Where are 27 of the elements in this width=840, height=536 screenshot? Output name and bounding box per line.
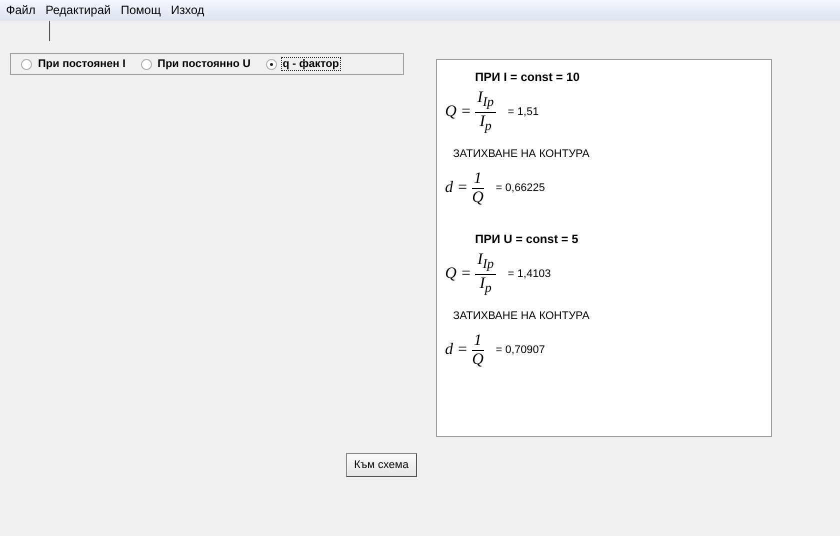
formula-result: = 1,4103 xyxy=(508,268,551,280)
fraction: 1 Q xyxy=(472,332,484,368)
fraction: 1 Q xyxy=(472,170,484,206)
menu-item[interactable]: Редактирай xyxy=(46,3,111,17)
radio-button[interactable] xyxy=(266,58,277,70)
formula-result: = 0,66225 xyxy=(496,182,546,194)
formula-lhs: Q = xyxy=(445,265,472,283)
radio-button[interactable] xyxy=(21,58,32,70)
caption: ЗАТИХВАНЕ НА КОНТУРА xyxy=(453,148,590,160)
scheme-button[interactable]: Към схема xyxy=(346,453,417,477)
section-heading: ПРИ I = const = 10 xyxy=(475,70,581,84)
fraction: I$_{Iр}$ I$_{р}$ xyxy=(475,89,496,135)
radio-button[interactable] xyxy=(140,58,152,70)
caption: ЗАТИХВАНЕ НА КОНТУРА xyxy=(453,310,590,322)
formula-lhs: d = xyxy=(445,179,468,197)
formula-lhs: d = xyxy=(445,341,468,359)
radio-label[interactable]: При постоянно U xyxy=(156,58,252,70)
formula-result: = 0,70907 xyxy=(496,344,546,356)
formula-lhs: Q = xyxy=(445,103,472,121)
menu-item[interactable]: Изход xyxy=(170,3,204,17)
section-heading: ПРИ U = const = 5 xyxy=(475,232,580,246)
menu-item[interactable]: Помощ xyxy=(120,3,161,17)
radio-label[interactable]: q - фактор xyxy=(282,58,340,70)
radio-label[interactable]: При постоянен I xyxy=(37,58,127,70)
menu-item[interactable]: Файл xyxy=(6,3,36,17)
fraction: I$_{Iр}$ I$_{р}$ xyxy=(475,251,496,297)
formula-result: = 1,51 xyxy=(508,106,539,118)
